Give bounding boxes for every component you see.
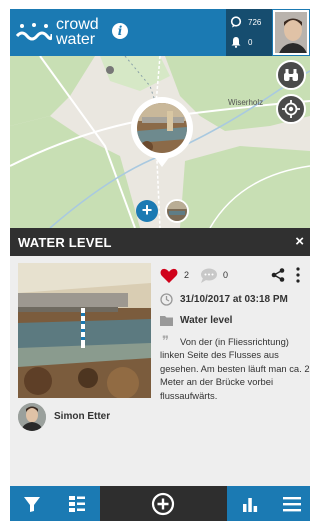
bell-icon (231, 37, 241, 48)
points-count: 726 (248, 17, 262, 27)
observation-description: ❞ Von der (in Fliessrichtung) linken Sei… (160, 334, 310, 402)
menu-button[interactable] (280, 486, 304, 521)
info-button[interactable]: i (112, 23, 128, 39)
share-icon[interactable] (271, 268, 285, 282)
comments-count: 0 (223, 270, 229, 280)
bottom-navigation (10, 486, 310, 521)
add-contribution-button[interactable] (150, 486, 176, 521)
add-contribution-area (100, 486, 227, 521)
comment-icon[interactable] (200, 268, 218, 283)
logo-line-1: crowd (56, 16, 99, 33)
more-options-icon[interactable] (295, 267, 301, 283)
quote-icon: ❞ (162, 334, 169, 349)
notifications-stat: 0 (230, 35, 252, 49)
app-logo-text: crowd water (56, 16, 99, 48)
likes-count: 2 (184, 270, 190, 280)
speech-bubble-icon (230, 16, 242, 28)
binoculars-icon (284, 69, 298, 81)
filter-icon (24, 496, 40, 512)
user-stats[interactable]: 726 0 (226, 9, 272, 56)
selected-observation-pin[interactable] (131, 97, 193, 159)
filter-button[interactable] (20, 486, 44, 521)
user-avatar[interactable] (273, 10, 309, 55)
panel-title: WATER LEVEL (18, 235, 112, 250)
add-observation-button[interactable]: + (136, 200, 158, 222)
close-panel-button[interactable]: × (295, 233, 304, 250)
menu-icon (283, 496, 301, 511)
crowdwater-logo-icon (16, 23, 52, 41)
detail-panel-header: WATER LEVEL × (10, 228, 310, 256)
clock-icon (160, 293, 173, 306)
binoculars-button[interactable] (276, 60, 306, 90)
crosshair-icon (282, 100, 300, 118)
observation-thumbnail (137, 103, 187, 153)
detail-panel-body: 2 0 31/10/2017 at 03:18 PM Water level ❞… (10, 256, 310, 486)
map-place-label: Wiserholz (228, 98, 264, 107)
observation-photo[interactable] (18, 263, 151, 398)
app-header: crowd water i 726 0 (10, 9, 310, 56)
list-icon (69, 495, 85, 512)
pin-pointer (153, 155, 171, 167)
nearby-observation-marker[interactable] (165, 199, 189, 223)
engagement-row: 2 0 (160, 266, 310, 284)
statistics-button[interactable] (238, 486, 262, 521)
map-view[interactable]: Wiserholz + (10, 56, 310, 228)
heart-icon[interactable] (160, 268, 178, 284)
observation-date: 31/10/2017 at 03:18 PM (180, 294, 288, 305)
description-text: Von der (in Fliessrichtung) linken Seite… (160, 336, 310, 401)
add-contribution-icon (151, 492, 175, 515)
points-stat: 726 (230, 15, 261, 29)
locate-me-button[interactable] (276, 94, 306, 124)
stats-icon (243, 497, 258, 512)
folder-icon (160, 316, 173, 326)
logo-line-2: water (56, 31, 96, 48)
author-avatar[interactable] (18, 403, 46, 431)
list-view-button[interactable] (65, 486, 89, 521)
notifications-count: 0 (248, 37, 253, 47)
observation-category: Water level (180, 315, 233, 326)
author-name: Simon Etter (54, 411, 111, 422)
